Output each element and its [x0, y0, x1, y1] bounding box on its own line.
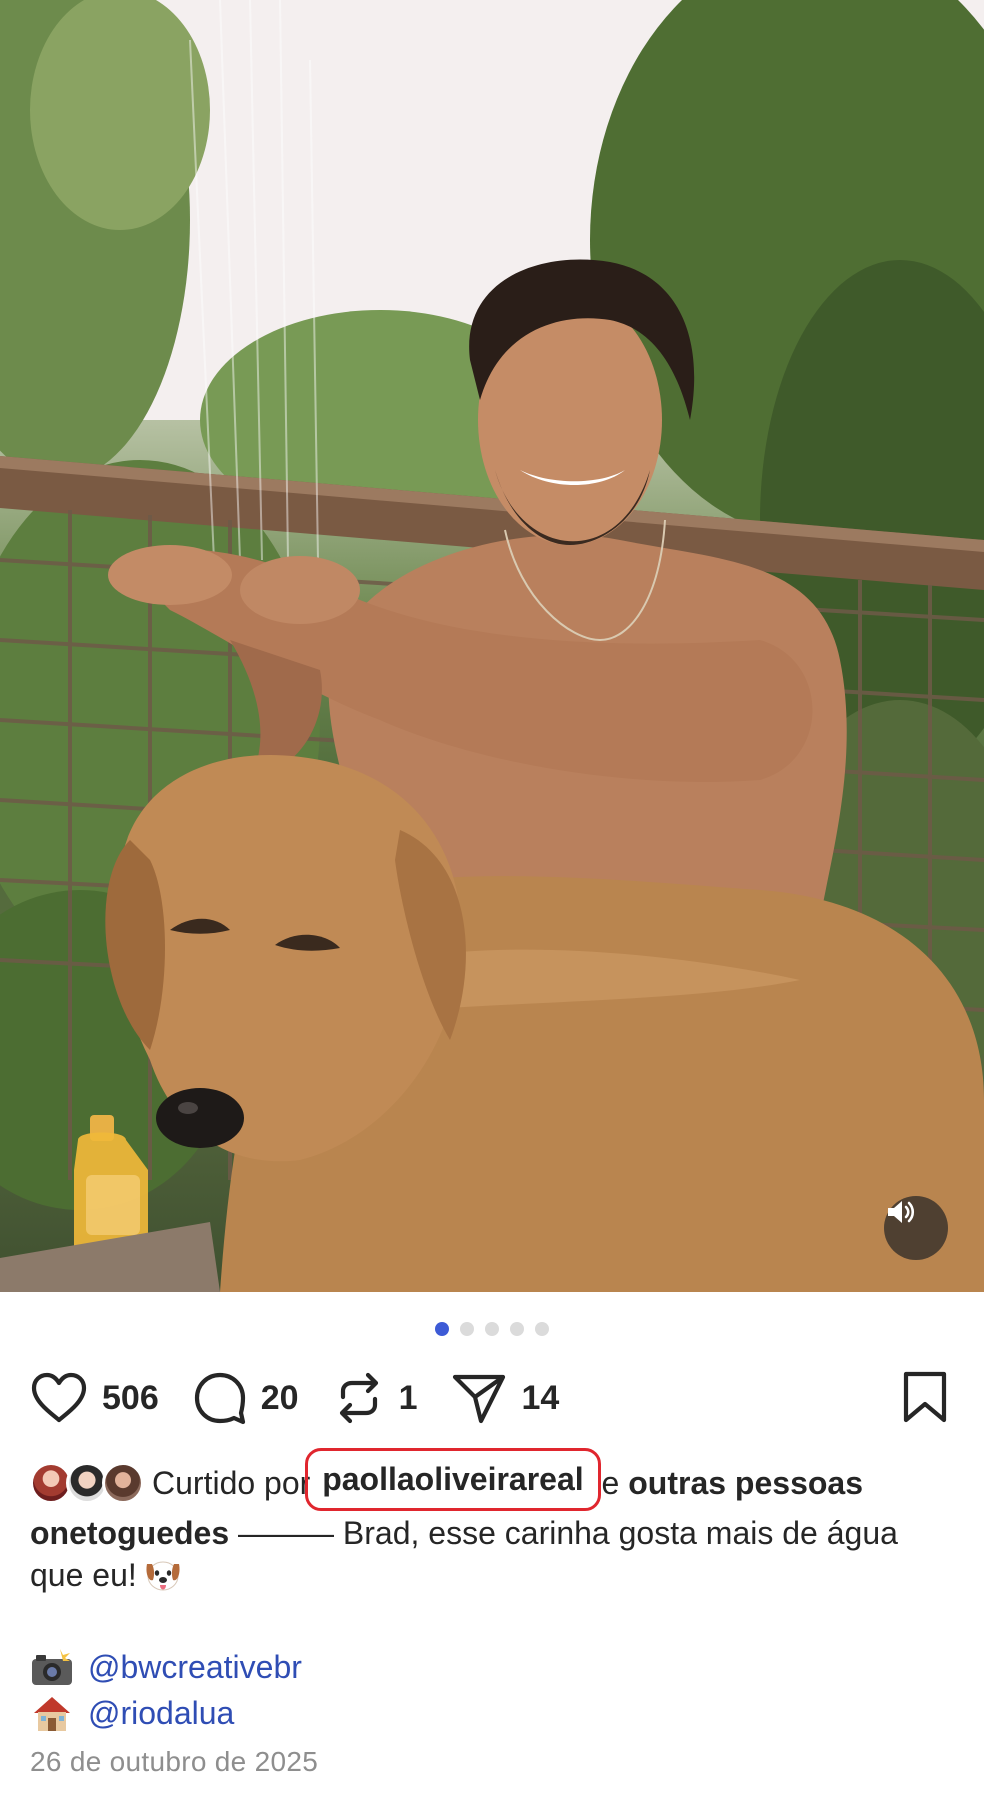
- comment-bubble-icon: [193, 1371, 247, 1425]
- bookmark-icon: [902, 1371, 948, 1428]
- caption-username[interactable]: onetoguedes: [30, 1515, 229, 1551]
- avatar: [102, 1462, 144, 1504]
- carousel-dot[interactable]: [510, 1322, 524, 1336]
- paper-plane-icon: [451, 1371, 507, 1425]
- carousel-dot-active[interactable]: [435, 1322, 449, 1336]
- likes-count[interactable]: 506: [102, 1379, 159, 1418]
- post-caption: onetoguedes ——— Brad, esse carinha gosta…: [30, 1512, 960, 1596]
- photo-illustration: [0, 0, 984, 1292]
- liked-by-row: Curtido por paollaoliveirareal e outras …: [30, 1447, 970, 1511]
- credit-line: @riodalua: [30, 1690, 302, 1736]
- share-button[interactable]: 14: [451, 1371, 559, 1425]
- post-photo[interactable]: [0, 0, 984, 1292]
- comment-button[interactable]: 20: [193, 1371, 299, 1425]
- credit-line: @bwcreativebr: [30, 1644, 302, 1690]
- carousel-dot[interactable]: [535, 1322, 549, 1336]
- sound-toggle-button[interactable]: [884, 1196, 948, 1260]
- action-bar: 506 20 1 14: [30, 1370, 954, 1426]
- comments-count[interactable]: 20: [261, 1379, 299, 1418]
- repost-button[interactable]: 1: [333, 1371, 418, 1425]
- liked-by-conjunction: e: [601, 1464, 620, 1501]
- shares-count[interactable]: 14: [521, 1379, 559, 1418]
- credit-mention[interactable]: @riodalua: [88, 1690, 234, 1736]
- carousel-indicator: [0, 1322, 984, 1336]
- highlight-box: paollaoliveirareal: [305, 1447, 601, 1511]
- post-date: 26 de outubro de 2025: [30, 1746, 319, 1777]
- dog-face-emoji: [143, 1554, 183, 1594]
- post-credits: @bwcreativebr @riodalua: [30, 1644, 302, 1736]
- carousel-dot[interactable]: [460, 1322, 474, 1336]
- liked-by-others[interactable]: outras pessoas: [628, 1465, 863, 1502]
- repost-icon: [333, 1371, 385, 1425]
- camera-flash-emoji: [30, 1647, 74, 1687]
- liker-avatars[interactable]: [30, 1460, 144, 1506]
- heart-icon: [30, 1372, 88, 1424]
- house-emoji: [30, 1693, 74, 1733]
- like-button[interactable]: 506: [30, 1372, 159, 1424]
- save-button[interactable]: [902, 1370, 948, 1429]
- liked-by-prefix: Curtido por: [152, 1464, 311, 1501]
- reposts-count[interactable]: 1: [399, 1379, 418, 1418]
- carousel-dot[interactable]: [485, 1322, 499, 1336]
- liker-username[interactable]: paollaoliveirareal: [322, 1461, 583, 1497]
- credit-mention[interactable]: @bwcreativebr: [88, 1644, 302, 1690]
